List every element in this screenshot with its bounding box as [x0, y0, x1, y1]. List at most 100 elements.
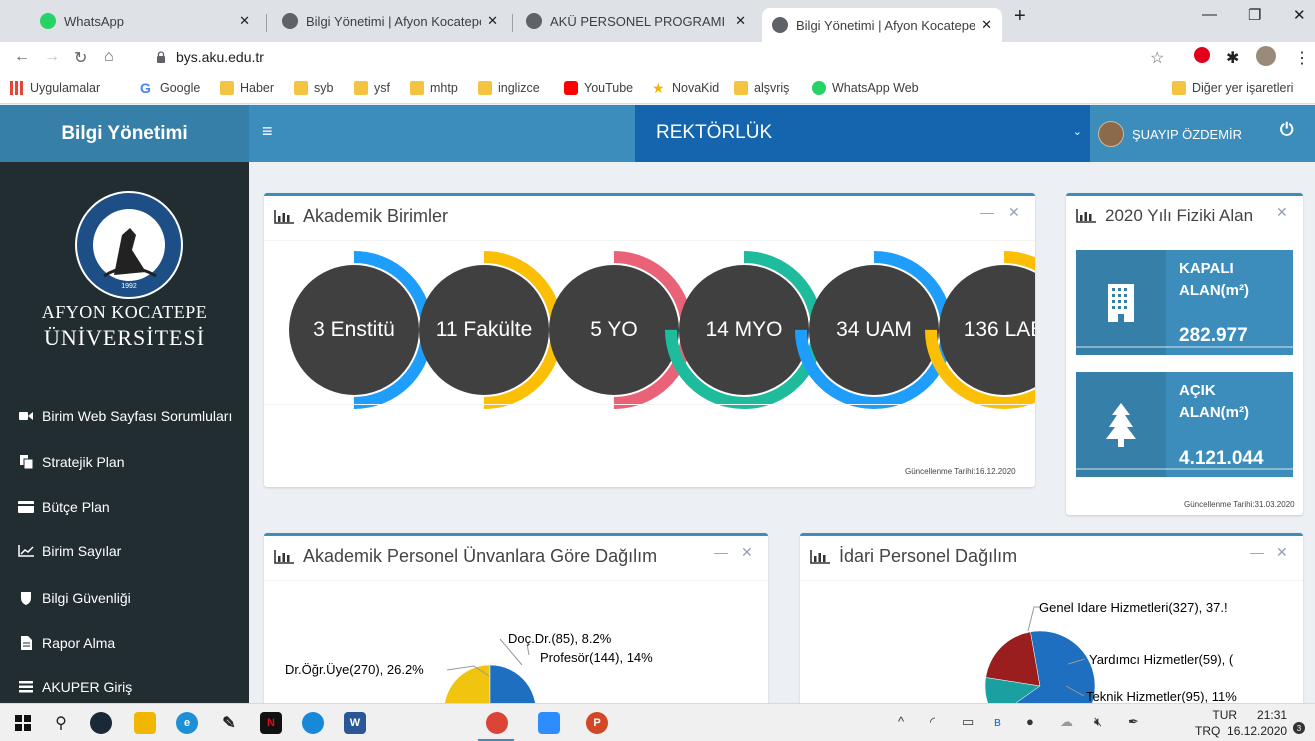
bookmark-youtube[interactable]: YouTube: [564, 81, 633, 95]
power-icon[interactable]: ⏻: [1280, 120, 1293, 140]
bookmark-alisveris[interactable]: alşvriş: [734, 81, 789, 95]
close-tab-icon[interactable]: ✕: [735, 13, 746, 29]
academic-units-box: Akademik Birimler — ✕ 3 Enstitü 11 Fakült…: [264, 193, 1035, 487]
brand-logo-text[interactable]: Bilgi Yönetimi: [0, 105, 249, 162]
bookmark-ysf[interactable]: ysf: [354, 81, 390, 95]
unit-select[interactable]: REKTÖRLÜK ⌄: [635, 105, 1090, 162]
close-tab-icon[interactable]: ✕: [487, 13, 498, 29]
tab-bilgi-yonetimi-1[interactable]: Bilgi Yönetimi | Afyon Kocatepe Ü ✕: [272, 6, 508, 36]
sidebar-item-stratejik-plan[interactable]: Stratejik Plan: [18, 454, 124, 470]
sidebar-item-web-sorumlulari[interactable]: Birim Web Sayfası Sorumluları: [18, 408, 232, 424]
tab-title: Bilgi Yönetimi | Afyon Kocatepe Ü: [306, 13, 482, 29]
sidebar-item-rapor-alma[interactable]: Rapor Alma: [18, 635, 115, 651]
bluetooth-icon[interactable]: ʙ: [994, 714, 1001, 729]
menu-toggle-icon[interactable]: ≡: [262, 121, 273, 142]
unit-name: REKTÖRLÜK: [656, 122, 773, 143]
user-menu[interactable]: ŞUAYIP ÖZDEMİR: [1098, 121, 1242, 147]
ring-label: 136 LAB: [963, 318, 1035, 341]
pen-tool-icon[interactable]: ✎: [218, 712, 240, 734]
pie-label-teknik: Teknik Hizmetler(95), 11%: [1086, 689, 1237, 704]
bookmark-google[interactable]: G Google: [140, 81, 200, 95]
minimize-icon[interactable]: —: [1202, 6, 1217, 23]
profile-avatar[interactable]: [1256, 46, 1276, 66]
sidebar-item-butce-plan[interactable]: Bütçe Plan: [18, 499, 110, 515]
restore-icon[interactable]: ❐: [1248, 6, 1261, 24]
list-icon: [18, 681, 34, 693]
edge-icon[interactable]: [302, 712, 324, 734]
steam-icon[interactable]: [90, 712, 112, 734]
forward-icon[interactable]: →: [44, 48, 60, 66]
close-icon[interactable]: ✕: [1276, 204, 1288, 221]
bookmark-haber[interactable]: Haber: [220, 81, 274, 95]
pie-label-doc-dr: Doç.Dr.(85), 8.2%: [508, 631, 612, 646]
tab-separator: [266, 14, 267, 32]
notifications-icon[interactable]: 3: [1283, 712, 1305, 734]
tab-whatsapp[interactable]: WhatsApp ✕: [30, 6, 260, 36]
sidebar-item-bilgi-guvenligi[interactable]: Bilgi Güvenliği: [18, 590, 131, 606]
sidebar-item-birim-sayilar[interactable]: Birim Sayılar: [18, 543, 121, 559]
progress-bar: [1076, 468, 1293, 470]
new-tab-button[interactable]: +: [1014, 5, 1026, 28]
bookmark-star-icon[interactable]: ☆: [1150, 48, 1164, 68]
open-area-value: 4.121.044: [1179, 448, 1264, 469]
tab-aku-personel[interactable]: AKÜ PERSONEL PROGRAMI ✕: [516, 6, 756, 36]
close-icon[interactable]: ✕: [1008, 204, 1020, 221]
back-icon[interactable]: ←: [14, 48, 30, 66]
browser-menu-icon[interactable]: ⋮: [1294, 48, 1310, 68]
bookmark-mhtp[interactable]: mhtp: [410, 81, 458, 95]
chrome-icon[interactable]: [486, 712, 508, 734]
close-tab-icon[interactable]: ✕: [981, 17, 992, 33]
bookmark-whatsapp-web[interactable]: WhatsApp Web: [812, 81, 919, 95]
volume-muted-icon[interactable]: 🔇︎: [1094, 714, 1102, 730]
bookmark-label: alşvriş: [754, 81, 790, 95]
powerpoint-icon[interactable]: P: [586, 712, 608, 734]
home-icon[interactable]: ⌂: [104, 48, 114, 66]
user-name: ŞUAYIP ÖZDEMİR: [1132, 126, 1243, 142]
divider: [264, 404, 1035, 405]
word-icon[interactable]: W: [344, 712, 366, 734]
internet-explorer-icon[interactable]: e: [176, 712, 198, 734]
admin-staff-box: İdari Personel Dağılım — ✕ Genel Idare H…: [800, 533, 1303, 708]
steam-tray-icon[interactable]: ●: [1026, 714, 1034, 729]
device-icon[interactable]: ▭: [962, 714, 974, 730]
bookmark-apps[interactable]: Uygulamalar: [10, 81, 100, 95]
windows-start-icon[interactable]: [12, 712, 34, 734]
closed-area-value: 282.977: [1179, 325, 1248, 346]
cloud-icon[interactable]: ☁: [1060, 714, 1073, 730]
reload-icon[interactable]: ↻: [74, 48, 87, 68]
pen-icon[interactable]: ✒: [1128, 714, 1139, 730]
url-input[interactable]: bys.aku.edu.tr: [176, 49, 264, 65]
academic-staff-box: Akademik Personel Ünvanlara Göre Dağılım…: [264, 533, 768, 708]
box-title-text: Akademik Birimler: [303, 206, 449, 226]
search-icon[interactable]: ⚲: [50, 712, 72, 734]
zoom-icon[interactable]: [538, 712, 560, 734]
shield-icon: [18, 591, 34, 605]
close-tab-icon[interactable]: ✕: [239, 13, 250, 29]
sidebar-item-akuper-giris[interactable]: AKUPER Giriş: [18, 679, 132, 695]
tab-separator: [512, 14, 513, 32]
folder-icon: [410, 81, 424, 95]
bookmarks-bar: Uygulamalar G Google Haber syb ysf mhtp …: [0, 74, 1315, 104]
wifi-icon[interactable]: ◜: [930, 714, 935, 730]
bookmark-other[interactable]: Diğer yer işaretleri: [1172, 81, 1293, 95]
progress-bar: [1076, 346, 1293, 348]
updated-date: Güncellenme Tarihi:16.12.2020: [905, 467, 1016, 476]
video-camera-icon: [18, 411, 34, 421]
file-explorer-icon[interactable]: [134, 712, 156, 734]
windows-taskbar: ⚲ e ✎ N W P ^ ◜ ▭ ʙ ● ☁ 🔇︎ ✒ TUR 21:31 T…: [0, 703, 1315, 741]
extensions-icon[interactable]: ✱: [1226, 48, 1239, 68]
bookmark-novakid[interactable]: ★ NovaKid: [652, 81, 719, 95]
tab-bilgi-yonetimi-active[interactable]: Bilgi Yönetimi | Afyon Kocatepe Ü ✕: [762, 8, 1002, 42]
whatsapp-icon: [40, 13, 56, 29]
system-clock[interactable]: TUR 21:31 TRQ 16.12.2020: [1195, 707, 1287, 739]
show-hidden-icons-icon[interactable]: ^: [898, 714, 904, 729]
close-window-icon[interactable]: ✕: [1293, 6, 1306, 24]
closed-area-card: KAPALI ALAN(m²) 282.977: [1076, 250, 1293, 355]
bookmark-inglizce[interactable]: inglizce: [478, 81, 540, 95]
globe-icon: [282, 13, 298, 29]
collapse-icon[interactable]: —: [980, 204, 994, 220]
opera-icon[interactable]: [1194, 47, 1210, 63]
bookmark-syb[interactable]: syb: [294, 81, 333, 95]
bookmark-label: YouTube: [584, 81, 634, 95]
netflix-icon[interactable]: N: [260, 712, 282, 734]
